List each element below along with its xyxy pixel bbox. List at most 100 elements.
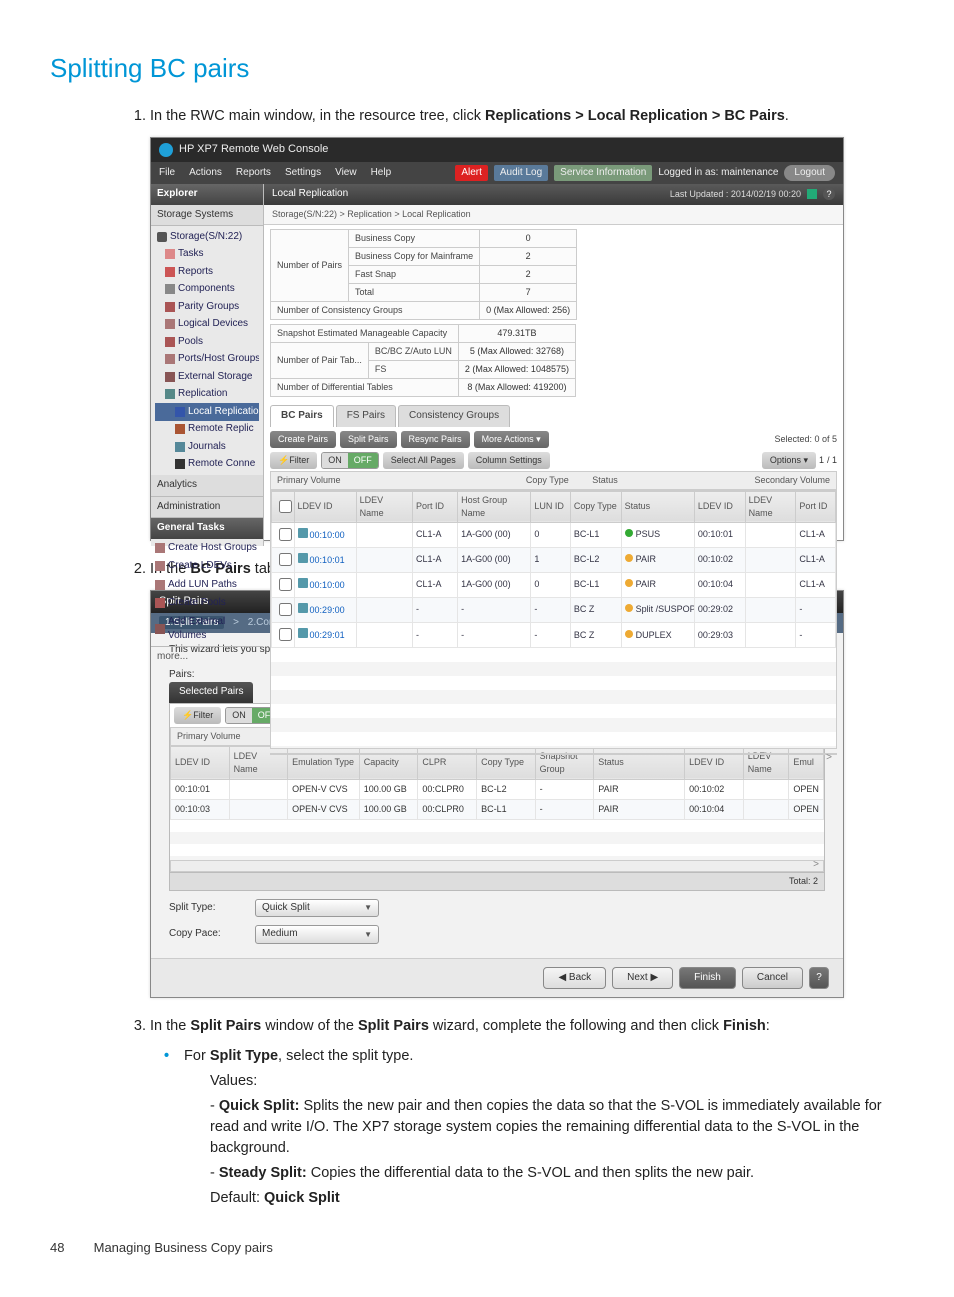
- cancel-button[interactable]: Cancel: [742, 967, 803, 990]
- tree-journals[interactable]: Journals: [155, 438, 259, 456]
- tree-replication[interactable]: Replication: [155, 386, 259, 404]
- page-footer: 48 Managing Business Copy pairs: [50, 1239, 904, 1258]
- tree-remoteconne[interactable]: Remote Conne: [155, 456, 259, 474]
- col-sldevname[interactable]: LDEV Name: [745, 491, 796, 522]
- col-ldevid[interactable]: LDEV ID: [294, 491, 356, 522]
- copy-pace-select[interactable]: Medium▼: [255, 925, 379, 944]
- help-button[interactable]: ?: [809, 967, 829, 990]
- finish-button[interactable]: Finish: [679, 967, 736, 990]
- tree-reports[interactable]: Reports: [155, 263, 259, 281]
- table-row[interactable]: 00:10:01CL1-A1A-G00 (00)1BC-L2PAIR00:10:…: [272, 547, 836, 572]
- options-button[interactable]: Options ▾: [762, 452, 816, 469]
- col2-emulation[interactable]: Emulation Type: [288, 746, 360, 779]
- dot: .: [785, 108, 789, 124]
- row-checkbox[interactable]: [279, 628, 292, 641]
- col2-ldevid[interactable]: LDEV ID: [171, 746, 230, 779]
- col2-capacity[interactable]: Capacity: [359, 746, 418, 779]
- table-row[interactable]: 00:10:01OPEN-V CVS100.00 GB00:CLPR0BC-L2…: [171, 779, 824, 799]
- tree-pools[interactable]: Pools: [155, 333, 259, 351]
- menu-view[interactable]: View: [335, 166, 357, 181]
- row-checkbox[interactable]: [279, 603, 292, 616]
- row-checkbox[interactable]: [279, 578, 292, 591]
- analytics-section[interactable]: Analytics: [151, 475, 263, 497]
- col2-emul[interactable]: Emul: [789, 746, 824, 779]
- col2-clpr[interactable]: CLPR: [418, 746, 477, 779]
- gt-create-host-groups[interactable]: Create Host Groups: [151, 539, 263, 558]
- tab-fspairs[interactable]: FS Pairs: [336, 405, 396, 427]
- table-row[interactable]: 00:10:00CL1-A1A-G00 (00)0BC-L1PAIR00:10:…: [272, 572, 836, 597]
- tree-portshostgroups[interactable]: Ports/Host Groups: [155, 351, 259, 369]
- logout-button[interactable]: Logout: [784, 165, 835, 182]
- more-link[interactable]: more...: [151, 646, 263, 668]
- tree-localreplication[interactable]: Local Replicatio: [155, 403, 259, 421]
- col-lunid[interactable]: LUN ID: [531, 491, 570, 522]
- col2-sldevn[interactable]: LDEV Name: [743, 746, 789, 779]
- menu-reports[interactable]: Reports: [236, 166, 271, 181]
- tree-storage[interactable]: Storage(S/N:22): [155, 228, 259, 246]
- gt-create-pools[interactable]: Create Pools: [151, 594, 263, 613]
- alert-badge[interactable]: Alert: [455, 165, 488, 182]
- tab-bcpairs[interactable]: BC Pairs: [270, 405, 334, 427]
- filter-toggle[interactable]: ONOFF: [321, 452, 379, 469]
- col-copytype[interactable]: Copy Type: [570, 491, 621, 522]
- horizontal-scrollbar[interactable]: [270, 753, 837, 755]
- col2-sldev[interactable]: LDEV ID: [685, 746, 744, 779]
- more-actions-button[interactable]: More Actions ▾: [474, 431, 549, 448]
- table-row[interactable]: 00:10:00CL1-A1A-G00 (00)0BC-L1PSUS00:10:…: [272, 522, 836, 547]
- next-button[interactable]: Next ▶: [612, 967, 673, 990]
- tree-externalstorage[interactable]: External Storage: [155, 368, 259, 386]
- bc-pairs-grid[interactable]: LDEV ID LDEV Name Port ID Host Group Nam…: [270, 490, 837, 749]
- grp-copytype: Copy Type: [526, 474, 592, 487]
- col2-snapshot[interactable]: Snapshot Group: [535, 746, 594, 779]
- col-status[interactable]: Status: [621, 491, 694, 522]
- gt-add-external-volumes[interactable]: Add External Volumes: [151, 613, 263, 646]
- admin-section[interactable]: Administration: [151, 497, 263, 519]
- split-type-select[interactable]: Quick Split▼: [255, 899, 379, 918]
- refresh-icon[interactable]: [807, 189, 817, 199]
- col2-copytype[interactable]: Copy Type: [477, 746, 536, 779]
- hscroll2[interactable]: [170, 860, 824, 872]
- tree-remotereplication[interactable]: Remote Replic: [155, 421, 259, 439]
- disk-icon: [298, 528, 308, 538]
- col-portid[interactable]: Port ID: [412, 491, 457, 522]
- tree-paritygroups[interactable]: Parity Groups: [155, 298, 259, 316]
- menu-actions[interactable]: Actions: [189, 166, 222, 181]
- selected-pairs-grid[interactable]: LDEV ID LDEV Name Emulation Type Capacit…: [170, 746, 824, 820]
- tab-consistency-groups[interactable]: Consistency Groups: [398, 405, 510, 427]
- filter-button[interactable]: ⚡Filter: [270, 452, 317, 469]
- col2-ldevname[interactable]: LDEV Name: [229, 746, 288, 779]
- gt-create-ldevs[interactable]: Create LDEVs: [151, 557, 263, 576]
- selected-pairs-tab[interactable]: Selected Pairs: [169, 682, 253, 703]
- col-sldevid[interactable]: LDEV ID: [694, 491, 745, 522]
- col2-status[interactable]: Status: [594, 746, 685, 779]
- select-all-checkbox[interactable]: [279, 500, 292, 513]
- table-row[interactable]: 00:29:00---BC ZSplit /SUSPOP00:29:02-: [272, 597, 836, 622]
- table-row[interactable]: 00:10:03OPEN-V CVS100.00 GB00:CLPR0BC-L1…: [171, 799, 824, 819]
- col-ldevname[interactable]: LDEV Name: [356, 491, 412, 522]
- tree-tasks[interactable]: Tasks: [155, 246, 259, 264]
- col-check[interactable]: [272, 491, 295, 522]
- column-settings-button[interactable]: Column Settings: [468, 452, 550, 469]
- split-pairs-button[interactable]: Split Pairs: [340, 431, 397, 448]
- filter-button2[interactable]: ⚡Filter: [174, 707, 221, 724]
- tree-components[interactable]: Components: [155, 281, 259, 299]
- col-sport[interactable]: Port ID: [796, 491, 836, 522]
- menu-help[interactable]: Help: [371, 166, 392, 181]
- select-all-pages-button[interactable]: Select All Pages: [383, 452, 464, 469]
- gt-add-lun-paths[interactable]: Add LUN Paths: [151, 576, 263, 595]
- menu-settings[interactable]: Settings: [285, 166, 321, 181]
- create-pairs-button[interactable]: Create Pairs: [270, 431, 336, 448]
- row-checkbox[interactable]: [279, 528, 292, 541]
- col-hostgroup[interactable]: Host Group Name: [458, 491, 531, 522]
- auditlog-link[interactable]: Audit Log: [494, 165, 548, 182]
- storage-systems-header[interactable]: Storage Systems: [151, 205, 263, 227]
- menu-file[interactable]: File: [159, 166, 175, 181]
- resync-pairs-button[interactable]: Resync Pairs: [401, 431, 470, 448]
- tree-logicaldevices[interactable]: Logical Devices: [155, 316, 259, 334]
- last-updated: Last Updated : 2014/02/19 00:20: [670, 188, 801, 201]
- help-icon[interactable]: ?: [823, 188, 835, 200]
- service-info-link[interactable]: Service Information: [554, 165, 652, 182]
- row-checkbox[interactable]: [279, 553, 292, 566]
- table-row[interactable]: 00:29:01---BC ZDUPLEX00:29:03-: [272, 623, 836, 648]
- back-button[interactable]: ◀ Back: [543, 967, 606, 990]
